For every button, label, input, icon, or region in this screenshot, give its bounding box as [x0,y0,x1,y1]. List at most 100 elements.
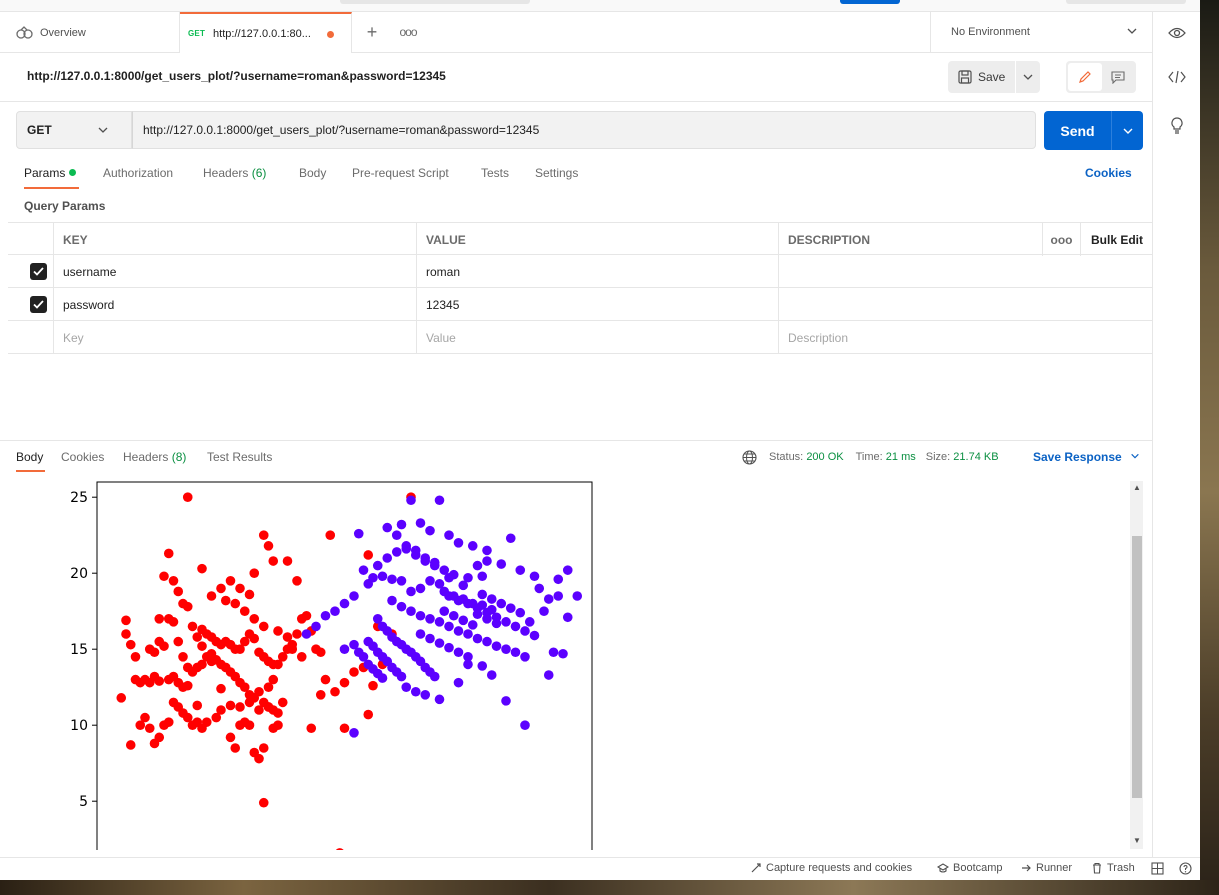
edit-mode-button[interactable] [1068,63,1102,91]
param-key[interactable]: username [53,255,416,288]
scatter-point [368,680,378,691]
tab-active-request[interactable]: GET http://127.0.0.1:80... [180,12,352,53]
tab-tests[interactable]: Tests [481,166,509,180]
request-title[interactable]: http://127.0.0.1:8000/get_users_plot/?us… [27,69,446,83]
more-tabs-icon[interactable]: ooo [398,22,418,42]
tab-body[interactable]: Body [299,166,326,180]
scatter-point [377,673,388,683]
scatter-point [201,717,212,727]
bulk-edit-button[interactable]: Bulk Edit [1080,223,1152,256]
scatter-point [258,530,269,540]
scatter-point [287,644,298,654]
top-blue-button[interactable] [840,0,900,4]
scatter-point [249,633,260,644]
response-tab-test-results[interactable]: Test Results [207,450,272,464]
scatter-point [163,548,174,559]
row-checkbox[interactable] [8,255,53,288]
url-input[interactable]: http://127.0.0.1:8000/get_users_plot/?us… [132,111,1036,149]
save-response-button[interactable]: Save Response [1033,450,1141,464]
scatter-point [216,583,226,594]
eye-icon[interactable] [1167,23,1187,43]
scatter-point [258,743,269,753]
scatter-point [401,541,412,551]
scatter-point [444,642,454,653]
code-icon[interactable] [1167,67,1187,87]
y-tick-label: 5 [79,794,88,810]
top-user-box[interactable] [1066,0,1186,4]
tab-overview[interactable]: Overview [0,12,180,53]
response-body-image: 5 10 15 20 25 [16,478,1144,850]
scatter-point [463,652,473,662]
tab-headers[interactable]: Headers (6) [203,166,266,180]
tab-prerequest-script[interactable]: Pre-request Script [352,166,449,180]
scatter-point [420,553,431,563]
scatter-point [453,677,464,688]
param-value[interactable]: roman [416,255,778,288]
param-description[interactable] [778,255,1152,288]
param-key[interactable]: password [53,288,416,321]
scatter-point [306,723,317,734]
scroll-thumb[interactable] [1132,536,1142,798]
save-button[interactable]: Save [948,61,1015,93]
scroll-up-icon[interactable]: ▲ [1132,483,1142,493]
scatter-point [543,670,554,680]
description-placeholder[interactable]: Description [778,321,1152,354]
capture-requests-button[interactable]: Capture requests and cookies [750,862,912,874]
time-value[interactable]: 21 ms [886,451,916,463]
tab-params[interactable]: Params [24,166,77,180]
response-scrollbar[interactable]: ▲ ▼ [1130,481,1143,849]
scatter-point [206,648,217,659]
overview-icon [16,25,33,39]
trash-button[interactable]: Trash [1091,862,1135,874]
response-tab-body[interactable]: Body [16,450,43,464]
scatter-point [425,633,435,644]
more-options-icon[interactable]: ooo [1042,223,1080,256]
lightbulb-icon[interactable] [1167,115,1187,135]
tab-settings[interactable]: Settings [535,166,578,180]
scatter-point [121,615,131,626]
scatter-point [154,614,165,624]
param-value[interactable]: 12345 [416,288,778,321]
scatter-point [429,557,440,568]
help-icon[interactable] [1179,862,1192,875]
new-tab-button[interactable]: + [362,22,382,42]
scatter-point [515,607,526,618]
response-tab-headers[interactable]: Headers (8) [123,450,186,464]
method-select[interactable]: GET [16,111,132,149]
scatter-point [501,617,511,627]
save-options-button[interactable] [1016,61,1040,93]
scatter-point [178,652,188,662]
scroll-down-icon[interactable]: ▼ [1132,836,1142,846]
scatter-point [406,495,416,506]
pane-divider[interactable] [0,440,1152,441]
scatter-point [429,671,440,682]
scatter-point [387,595,397,606]
runner-button[interactable]: Runner [1020,862,1072,874]
scatter-point [154,732,165,743]
scatter-point [168,576,179,586]
trash-icon [1093,862,1101,874]
globe-icon[interactable] [742,449,757,465]
size-value[interactable]: 21.74 KB [953,451,998,463]
status-value[interactable]: 200 OK [806,451,843,463]
send-button[interactable]: Send [1044,111,1111,150]
send-options-button[interactable] [1111,111,1143,150]
scatter-point [216,683,226,694]
environment-select[interactable]: No Environment [930,12,1152,53]
comments-mode-button[interactable] [1102,63,1134,91]
environment-label: No Environment [951,26,1030,38]
key-placeholder[interactable]: Key [53,321,416,354]
top-search-box[interactable] [340,0,530,4]
params-active-dot-icon [69,169,77,176]
scatter-point [510,621,521,632]
cookies-link[interactable]: Cookies [1085,166,1132,180]
row-checkbox[interactable] [8,288,53,321]
bootcamp-button[interactable]: Bootcamp [937,862,1003,874]
y-tick-label: 15 [70,642,88,658]
tab-authorization[interactable]: Authorization [103,166,173,180]
param-description[interactable] [778,288,1152,321]
scatter-point [425,614,435,624]
value-placeholder[interactable]: Value [416,321,778,354]
response-tab-cookies[interactable]: Cookies [61,450,104,464]
two-pane-icon[interactable] [1151,862,1164,875]
